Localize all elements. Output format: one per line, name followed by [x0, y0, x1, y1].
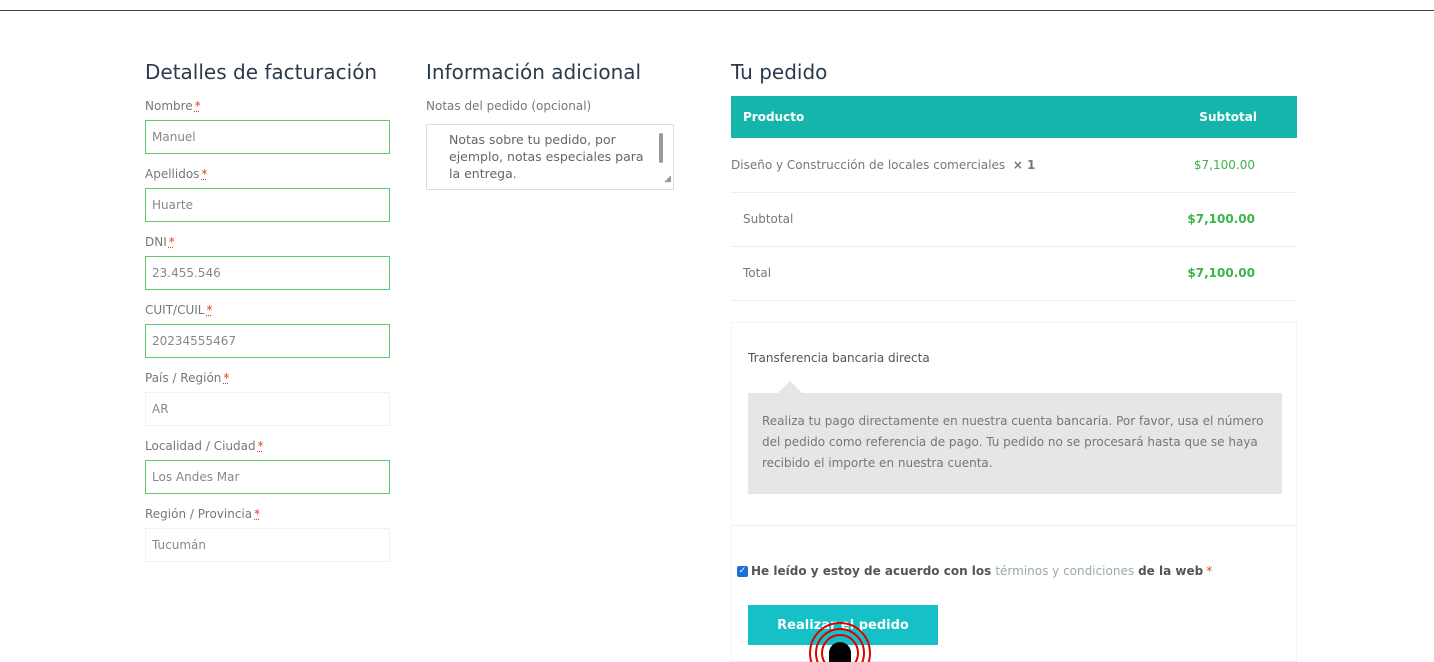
required-marker: *: [254, 507, 261, 521]
billing-details: Detalles de facturación Nombre * Manuel A…: [145, 58, 395, 562]
state-label: Región / Provincia: [145, 507, 253, 521]
click-target-icon: [809, 622, 871, 662]
terms-suffix: de la web: [1138, 564, 1204, 578]
dni-field: DNI * 23.455.546: [145, 232, 395, 290]
payment-description: Realiza tu pago directamente en nuestra …: [748, 393, 1282, 494]
subtotal-column-header: Subtotal: [1139, 96, 1297, 138]
subtotal-label: Subtotal: [731, 192, 1140, 247]
table-row: Diseño y Construcción de locales comerci…: [731, 138, 1297, 193]
product-cell: Diseño y Construcción de locales comerci…: [731, 138, 1140, 193]
first-name-field: Nombre * Manuel: [145, 96, 395, 154]
required-marker: *: [257, 439, 264, 453]
last-name-field: Apellidos * Huarte: [145, 164, 395, 222]
dni-input[interactable]: 23.455.546: [145, 256, 390, 290]
required-marker: *: [168, 235, 175, 249]
required-marker: *: [201, 167, 208, 181]
divider: [732, 525, 1296, 526]
additional-info: Información adicional Notas del pedido (…: [426, 58, 686, 190]
cuit-input[interactable]: 20234555467: [145, 324, 390, 358]
state-select[interactable]: Tucumán: [145, 528, 390, 562]
first-name-label: Nombre: [145, 99, 193, 113]
total-value: $7,100.00: [1139, 246, 1297, 301]
terms-checkbox[interactable]: ✓: [737, 565, 748, 577]
payment-methods: Transferencia bancaria directa Realiza t…: [731, 322, 1297, 662]
order-notes-label: Notas del pedido (opcional): [426, 99, 592, 113]
top-divider: [0, 10, 1434, 11]
order-table: Producto Subtotal Diseño y Construcción …: [731, 96, 1297, 301]
city-field: Localidad / Ciudad * Los Andes Mar: [145, 436, 395, 494]
terms-link[interactable]: términos y condiciones: [995, 564, 1134, 578]
total-label: Total: [731, 246, 1140, 301]
order-notes-textarea[interactable]: Notas sobre tu pedido, por ejemplo, nota…: [426, 124, 674, 190]
last-name-input[interactable]: Huarte: [145, 188, 390, 222]
product-total: $7,100.00: [1139, 138, 1297, 193]
terms-prefix: He leído y estoy de acuerdo con los: [751, 564, 992, 578]
product-column-header: Producto: [731, 96, 1140, 138]
required-marker: *: [223, 371, 230, 385]
payment-method-title[interactable]: Transferencia bancaria directa: [748, 351, 930, 365]
order-title: Tu pedido: [731, 60, 828, 84]
required-marker: *: [206, 303, 213, 317]
notes-scrollbar[interactable]: [659, 133, 663, 163]
payment-box-arrow: [778, 381, 802, 393]
last-name-label: Apellidos: [145, 167, 200, 181]
cuit-field: CUIT/CUIL * 20234555467: [145, 300, 395, 358]
state-field: Región / Provincia * Tucumán: [145, 504, 395, 562]
subtotal-value: $7,100.00: [1139, 192, 1297, 247]
billing-title: Detalles de facturación: [145, 60, 378, 84]
additional-title: Información adicional: [426, 60, 642, 84]
city-input[interactable]: Los Andes Mar: [145, 460, 390, 494]
country-label: País / Región: [145, 371, 222, 385]
country-field: País / Región * AR: [145, 368, 395, 426]
cuit-label: CUIT/CUIL: [145, 303, 205, 317]
terms-row: ✓ He leído y estoy de acuerdo con los té…: [737, 564, 1212, 578]
country-select[interactable]: AR: [145, 392, 390, 426]
order-table-header: Producto Subtotal: [731, 96, 1297, 138]
resize-grip-icon[interactable]: ◢: [664, 171, 671, 188]
first-name-input[interactable]: Manuel: [145, 120, 390, 154]
required-marker: *: [194, 99, 201, 113]
product-name: Diseño y Construcción de locales comerci…: [731, 157, 1006, 172]
table-row: Total $7,100.00: [731, 246, 1297, 301]
order-review: Tu pedido Producto Subtotal Diseño y Con…: [731, 58, 1297, 301]
dni-label: DNI: [145, 235, 167, 249]
table-row: Subtotal $7,100.00: [731, 192, 1297, 247]
order-notes-placeholder: Notas sobre tu pedido, por ejemplo, nota…: [449, 132, 644, 181]
required-marker: *: [1206, 564, 1213, 578]
product-quantity: × 1: [1012, 157, 1036, 172]
city-label: Localidad / Ciudad: [145, 439, 256, 453]
